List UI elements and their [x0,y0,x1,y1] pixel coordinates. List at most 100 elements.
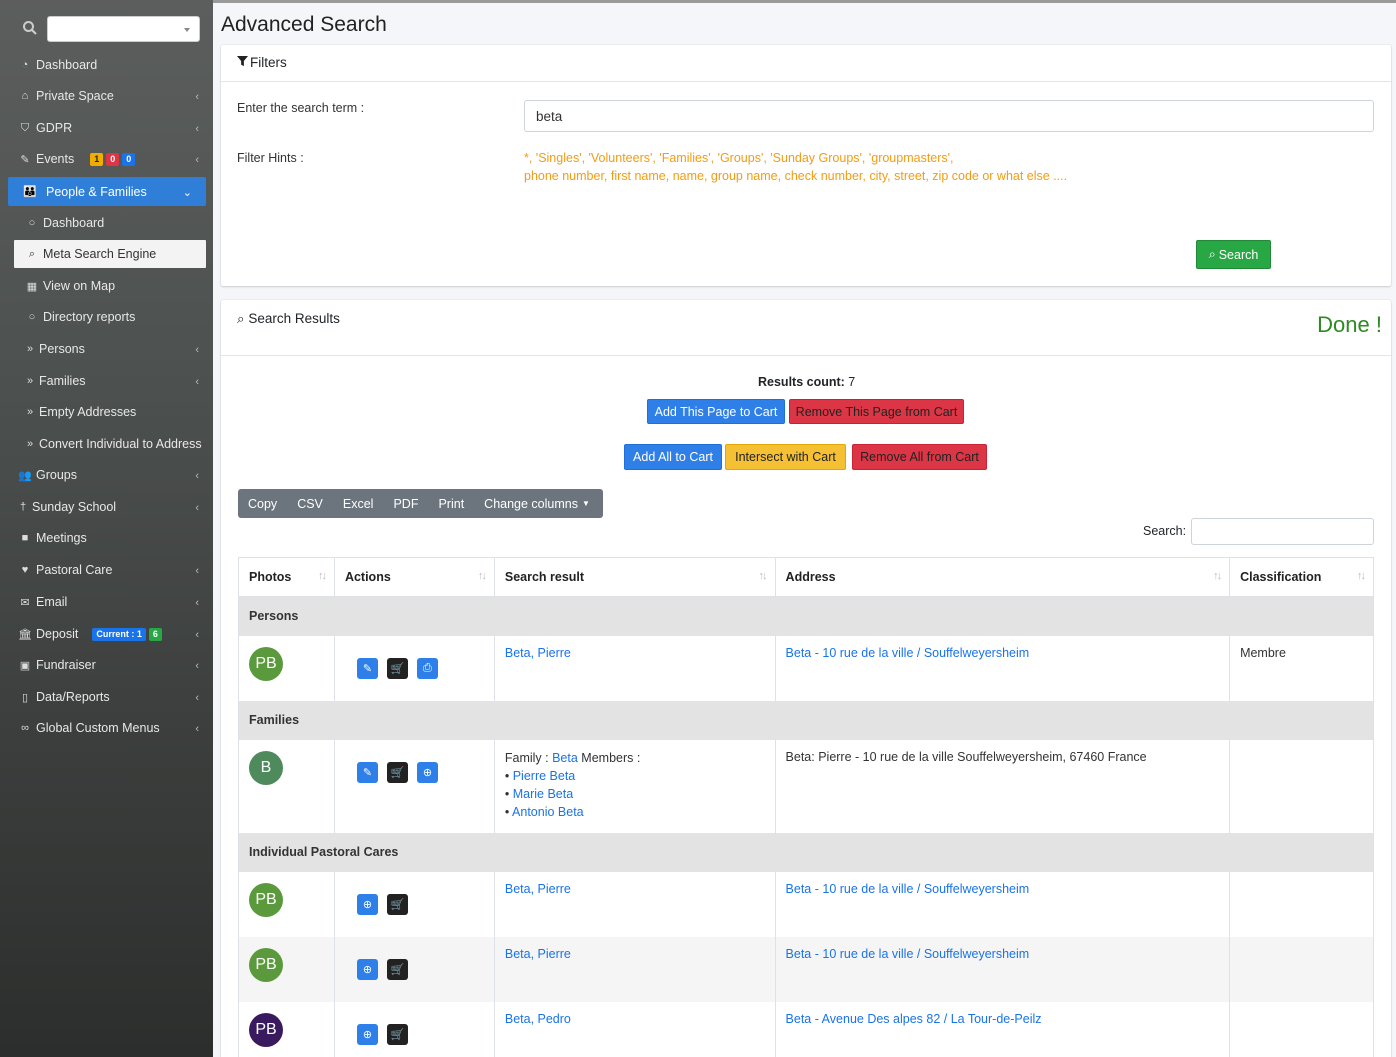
sidebar-item-dashboard[interactable]: ◔ Dashboard [0,50,213,80]
sidebar-item-label: View on Map [43,279,116,293]
sidebar-item-data-reports[interactable]: ▯ Data/Reports ‹ [0,682,213,712]
edit-icon[interactable]: ✎ [356,657,378,679]
row-actions: ✎ 🛒 ⊕ [345,750,484,783]
chevron-left-icon: ‹ [195,723,199,735]
change-columns-button[interactable]: Change columns ▼ [474,489,600,518]
member-link[interactable]: Pierre Beta [513,769,576,783]
circle-icon: ○ [28,311,36,323]
copy-button[interactable]: Copy [238,489,287,518]
chevron-left-icon: ‹ [195,502,199,514]
money-icon: ▣ [19,659,31,672]
sidebar-subitem-view-on-map[interactable]: ▦ View on Map [0,271,213,301]
sidebar-item-label: Dashboard [36,58,98,72]
cart-icon[interactable]: 🛒 [386,958,408,980]
map-icon: ▦ [26,280,38,293]
sort-icon: ↑↓ [317,570,327,582]
sidebar-item-fundraiser[interactable]: ▣ Fundraiser ‹ [0,650,213,680]
sidebar-subitem-empty-addresses[interactable]: » Empty Addresses [0,397,213,427]
column-header-address[interactable]: Address ↑↓ [774,557,1231,597]
zoom-icon[interactable]: ⊕ [356,958,378,980]
group-row-pastoral-cares: Individual Pastoral Cares [238,832,1374,872]
list-item: Marie Beta [505,785,765,803]
print-icon[interactable]: ⎙ [416,657,438,679]
sidebar-item-label: Empty Addresses [39,405,137,419]
sidebar-item-pastoral-care[interactable]: ♥ Pastoral Care ‹ [0,555,213,585]
sidebar-item-private-space[interactable]: ⌂ Private Space ‹ [0,81,213,111]
csv-button[interactable]: CSV [287,489,333,518]
zoom-icon[interactable]: ⊕ [356,893,378,915]
member-link[interactable]: Marie Beta [513,787,573,801]
sidebar-subitem-directory-reports[interactable]: ○ Directory reports [0,302,213,332]
row-actions: ⊕ 🛒 [345,1012,484,1045]
avatar: B [249,750,283,785]
cart-icon[interactable]: 🛒 [386,657,408,679]
sidebar-subitem-persons[interactable]: » Persons ‹ [0,334,213,364]
cart-icon[interactable]: 🛒 [386,893,408,915]
sidebar-item-events[interactable]: ✎ Events 1 0 0 ‹ [0,144,213,174]
family-prefix: Family : [504,750,549,765]
table-search-input[interactable] [1191,518,1374,545]
pdf-button[interactable]: PDF [383,489,428,518]
sidebar-item-sunday-school[interactable]: † Sunday School ‹ [0,492,213,522]
result-link[interactable]: Beta, Pedro [505,1012,571,1026]
family-link[interactable]: Beta [552,751,578,765]
cart-icon[interactable]: 🛒 [386,1023,408,1045]
column-header-search-result[interactable]: Search result ↑↓ [493,557,776,597]
sidebar-subitem-meta-search-engine[interactable]: ⌕ Meta Search Engine [14,240,206,268]
address-link[interactable]: Beta - 10 rue de la ville / Souffelweyer… [786,947,1030,961]
remove-all-from-cart-button[interactable]: Remove All from Cart [852,444,987,470]
row-actions: ✎ 🛒 ⎙ [345,646,484,679]
member-link[interactable]: Antonio Beta [512,805,584,819]
cart-icon[interactable]: 🛒 [386,761,408,783]
circle-icon: ○ [28,217,36,229]
result-link[interactable]: Beta, Pierre [505,882,571,896]
excel-button[interactable]: Excel [333,489,384,518]
intersect-with-cart-button[interactable]: Intersect with Cart [725,444,846,470]
ticket-icon: ✎ [20,153,30,166]
address-link[interactable]: Beta - 10 rue de la ville / Souffelweyer… [786,646,1030,660]
column-header-photos[interactable]: Photos ↑↓ [238,557,335,597]
search-button[interactable]: ⌕ Search [1196,240,1271,269]
search-icon[interactable] [22,20,38,36]
print-button[interactable]: Print [428,489,474,518]
add-page-to-cart-button[interactable]: Add This Page to Cart [647,399,785,424]
sidebar-item-groups[interactable]: 👥 Groups ‹ [0,460,213,490]
sidebar-item-meetings[interactable]: ■ Meetings [0,523,213,553]
filter-hints-line-2: phone number, first name, name, group na… [524,169,1068,183]
sidebar-item-global-custom-menus[interactable]: ∞ Global Custom Menus ‹ [0,713,213,743]
chevron-down-icon: ⌄ [182,187,192,199]
result-link[interactable]: Beta, Pierre [505,947,571,961]
address-link[interactable]: Beta - Avenue Des alpes 82 / La Tour-de-… [786,1012,1042,1026]
sidebar-subitem-convert-individual[interactable]: » Convert Individual to Address [0,429,213,459]
top-border [213,0,1396,3]
sidebar-item-label: People & Families [46,184,147,199]
avatar: PB [249,882,283,917]
column-header-classification[interactable]: Classification ↑↓ [1229,557,1374,597]
search-icon: ⌕ [28,247,36,260]
heart-icon: ♥ [21,564,29,576]
remove-page-from-cart-button[interactable]: Remove This Page from Cart [789,399,964,424]
zoom-icon[interactable]: ⊕ [416,761,438,783]
edit-icon[interactable]: ✎ [356,761,378,783]
chevron-left-icon: ‹ [195,344,199,356]
filters-title: Filters [237,55,287,70]
sidebar-item-email[interactable]: ✉ Email ‹ [0,587,213,617]
result-link[interactable]: Beta, Pierre [505,646,571,660]
search-term-input[interactable] [524,100,1374,132]
group-label: Individual Pastoral Cares [238,832,1374,872]
zoom-icon[interactable]: ⊕ [356,1023,378,1045]
column-header-actions[interactable]: Actions ↑↓ [333,557,495,597]
column-label: Address [785,570,836,584]
search-icon: ⌕ [1208,247,1216,261]
sidebar-item-people-families[interactable]: 👪 People & Families ⌄ [8,177,206,206]
address-link[interactable]: Beta - 10 rue de la ville / Souffelweyer… [786,882,1030,896]
sidebar-search-select[interactable] [47,16,200,42]
group-row-persons: Persons [238,596,1374,636]
chevron-left-icon: ‹ [195,692,199,704]
sidebar-subitem-dashboard[interactable]: ○ Dashboard [0,208,213,238]
sidebar-item-gdpr[interactable]: ⛉ GDPR ‹ [0,113,213,143]
sidebar-subitem-families[interactable]: » Families ‹ [0,366,213,396]
sidebar-item-deposit[interactable]: 🏛 Deposit Current : 1 6 ‹ [0,619,213,649]
add-all-to-cart-button[interactable]: Add All to Cart [624,444,722,470]
table-row: PB ⊕ 🛒 Beta, Pierre Beta - 10 rue de la … [238,936,1374,1002]
